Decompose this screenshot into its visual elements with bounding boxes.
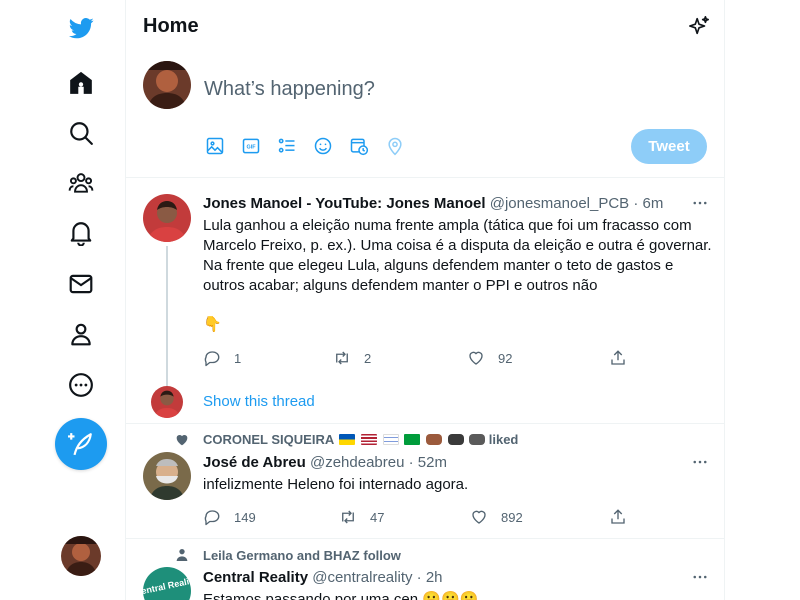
reply-count: 149 bbox=[234, 509, 256, 525]
tweet-text: Estamos passando por uma cen 😬😬😬 bbox=[203, 590, 715, 600]
author-name[interactable]: Jones Manoel - YouTube: Jones Manoel bbox=[203, 195, 486, 212]
reply-button[interactable]: 149 bbox=[203, 508, 256, 526]
retweet-button[interactable]: 2 bbox=[333, 349, 371, 367]
tweet-header: José de Abreu @zehdeabreu · 52m bbox=[203, 454, 447, 471]
flag-brazil bbox=[404, 434, 421, 445]
tweet-actions: 149 47 892 bbox=[203, 508, 633, 528]
reply-icon bbox=[204, 351, 220, 367]
tweet-text: Lula ganhou a eleição numa frente ampla … bbox=[203, 217, 712, 294]
ox-emoji bbox=[447, 434, 464, 445]
tweet-header: Jones Manoel - YouTube: Jones Manoel @jo… bbox=[203, 195, 663, 212]
liker-name[interactable]: CORONEL SIQUEIRA bbox=[203, 432, 334, 447]
home-icon[interactable] bbox=[61, 63, 101, 103]
gif-icon[interactable]: GIF bbox=[240, 135, 262, 157]
share-icon bbox=[611, 509, 625, 524]
tweet-time[interactable]: · 6m bbox=[633, 195, 663, 212]
avatar bbox=[143, 61, 191, 109]
tweet-button[interactable]: Tweet bbox=[631, 129, 707, 164]
compose-icon bbox=[68, 433, 92, 456]
timeline-header: Home bbox=[126, 0, 724, 53]
retweet-icon bbox=[342, 510, 354, 524]
tweet-text-content: Estamos passando por uma cen bbox=[203, 591, 419, 600]
profile-icon[interactable] bbox=[61, 314, 101, 354]
more-dots-icon[interactable] bbox=[690, 193, 710, 213]
tweet[interactable]: Leila Germano and BHAZ follow Central Re… bbox=[126, 539, 724, 600]
sidebar-nav bbox=[0, 0, 125, 600]
page-title: Home bbox=[143, 15, 199, 37]
retweet-icon bbox=[336, 351, 348, 365]
explore-icon[interactable] bbox=[61, 113, 101, 153]
retweet-count: 2 bbox=[364, 350, 372, 366]
heart-icon bbox=[174, 432, 190, 448]
more-icon[interactable] bbox=[61, 365, 101, 405]
reply-icon bbox=[204, 510, 220, 526]
social-context[interactable]: Leila Germano and BHAZ follow bbox=[203, 548, 401, 563]
timeline-column: Home GIF Tweet bbox=[125, 0, 725, 600]
svg-text:GIF: GIF bbox=[246, 145, 256, 151]
tweet-emoji: 👇 bbox=[203, 316, 222, 333]
retweet-button[interactable]: 47 bbox=[339, 508, 384, 526]
context-suffix: liked bbox=[488, 432, 519, 447]
compose-input[interactable] bbox=[204, 73, 704, 105]
emoji-icon[interactable] bbox=[312, 135, 334, 157]
tweet-text: infelizmente Heleno foi internado agora. bbox=[203, 476, 469, 493]
tweet-actions: 1 2 92 bbox=[203, 349, 633, 369]
like-button[interactable]: 92 bbox=[467, 349, 512, 367]
cow-face-emoji bbox=[469, 434, 486, 445]
like-icon bbox=[472, 510, 486, 524]
like-icon bbox=[469, 351, 483, 365]
tweet[interactable]: CORONEL SIQUEIRA liked José de Abreu @ze… bbox=[126, 424, 724, 539]
share-button[interactable] bbox=[609, 508, 627, 526]
show-thread-link[interactable]: Show this thread bbox=[203, 393, 315, 410]
like-count: 892 bbox=[501, 509, 523, 525]
like-count: 92 bbox=[498, 350, 513, 366]
notifications-icon[interactable] bbox=[61, 213, 101, 253]
thread-avatar[interactable] bbox=[151, 386, 183, 418]
share-icon bbox=[611, 350, 625, 365]
twitter-logo-icon[interactable] bbox=[61, 8, 101, 48]
avatar[interactable]: Central Reality bbox=[143, 567, 191, 600]
compose-tweet-button[interactable] bbox=[55, 418, 107, 470]
sparkle-icon[interactable] bbox=[688, 15, 710, 37]
like-button[interactable]: 892 bbox=[470, 508, 523, 526]
person-icon bbox=[174, 547, 190, 563]
reply-button[interactable]: 1 bbox=[203, 349, 241, 367]
avatar[interactable] bbox=[143, 452, 191, 500]
share-button[interactable] bbox=[609, 349, 627, 367]
reply-count: 1 bbox=[234, 350, 242, 366]
account-avatar[interactable] bbox=[61, 536, 101, 576]
author-name[interactable]: José de Abreu bbox=[203, 454, 306, 471]
image-icon[interactable] bbox=[204, 135, 226, 157]
flag-israel bbox=[382, 434, 399, 445]
more-dots-icon[interactable] bbox=[690, 452, 710, 472]
author-name[interactable]: Central Reality bbox=[203, 569, 308, 586]
author-handle[interactable]: @zehdeabreu bbox=[310, 454, 404, 471]
tweet-time[interactable]: · 52m bbox=[409, 454, 447, 471]
more-dots-icon[interactable] bbox=[690, 567, 710, 587]
schedule-icon[interactable] bbox=[348, 135, 370, 157]
messages-icon[interactable] bbox=[61, 264, 101, 304]
poll-icon[interactable] bbox=[276, 135, 298, 157]
author-handle[interactable]: @centralreality bbox=[312, 569, 412, 586]
avatar[interactable] bbox=[143, 194, 191, 242]
flag-usa bbox=[361, 434, 377, 445]
tweet-header: Central Reality @centralreality · 2h bbox=[203, 569, 443, 586]
tweet-emoji: 😬😬😬 bbox=[422, 591, 479, 600]
author-handle[interactable]: @jonesmanoel_PCB bbox=[490, 195, 629, 212]
communities-icon[interactable] bbox=[61, 163, 101, 203]
thread-line bbox=[166, 246, 168, 388]
social-context: CORONEL SIQUEIRA liked bbox=[203, 432, 518, 447]
tweet-composer: GIF Tweet bbox=[126, 53, 724, 178]
retweet-count: 47 bbox=[370, 509, 385, 525]
tweet-time[interactable]: · 2h bbox=[417, 569, 443, 586]
location-icon[interactable] bbox=[384, 135, 406, 157]
flag-ukraine bbox=[339, 434, 356, 445]
tweet[interactable]: Jones Manoel - YouTube: Jones Manoel @jo… bbox=[126, 178, 724, 424]
cow-emoji bbox=[425, 434, 442, 445]
